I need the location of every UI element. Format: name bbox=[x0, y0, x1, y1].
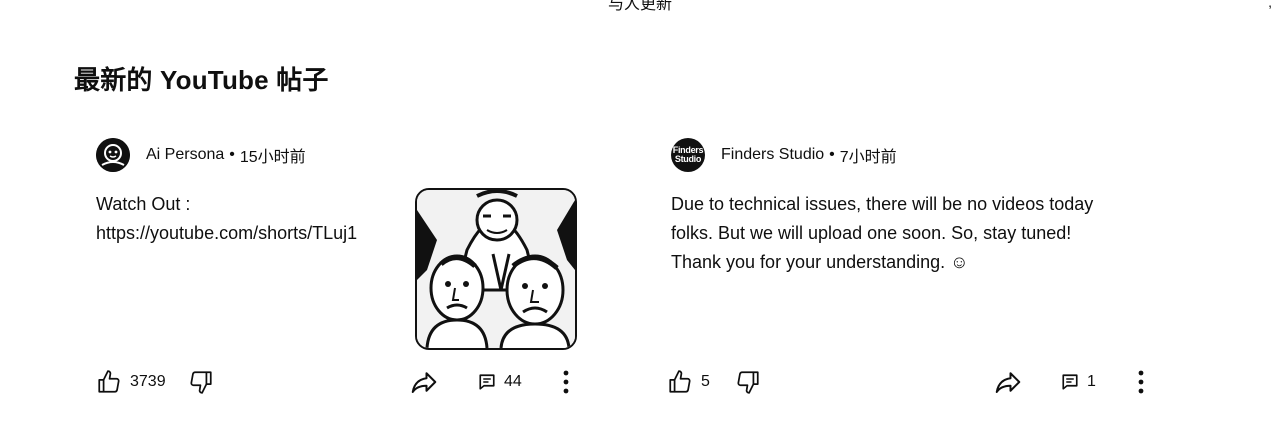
share-icon bbox=[411, 372, 437, 393]
like-button[interactable]: 5 bbox=[667, 366, 710, 398]
thumbs-up-icon bbox=[669, 370, 691, 393]
post-text-line: Watch Out : bbox=[96, 194, 191, 214]
more-vert-icon bbox=[1138, 370, 1144, 394]
comment-count: 44 bbox=[504, 373, 522, 390]
share-button[interactable] bbox=[993, 366, 1023, 398]
avatar-wordmark-line: Studio bbox=[674, 154, 702, 164]
comment-button[interactable]: 1 bbox=[1061, 366, 1096, 398]
post-card-ai-persona: Ai Persona • 15小时前 Watch Out : https://y… bbox=[96, 138, 580, 408]
post-card-finders-studio: Finders Studio Finders Studio • 7小时前 Due… bbox=[669, 138, 1151, 408]
dislike-button[interactable] bbox=[735, 366, 761, 398]
post-text-line: Due to technical issues, there will be n… bbox=[671, 194, 1094, 214]
post-time[interactable]: 7小时前 bbox=[840, 143, 897, 167]
avatar-face-icon bbox=[96, 138, 130, 172]
post-body: Watch Out : https://youtube.com/shorts/T… bbox=[96, 190, 396, 248]
share-icon bbox=[995, 372, 1021, 393]
like-count: 5 bbox=[701, 373, 710, 390]
post-text-line: folks. But we will upload one soon. So, … bbox=[671, 223, 1072, 243]
thumbs-down-icon bbox=[737, 371, 759, 394]
channel-avatar[interactable] bbox=[96, 138, 130, 172]
channel-name[interactable]: Finders Studio bbox=[721, 146, 824, 164]
comment-button[interactable]: 44 bbox=[478, 366, 522, 398]
like-count: 3739 bbox=[130, 373, 166, 390]
more-vert-icon bbox=[563, 370, 569, 394]
youtube-posts-page: 与人更新 , 最新的 YouTube 帖子 Ai Persona • 15小时前… bbox=[0, 0, 1280, 444]
top-cut-label: 与人更新 bbox=[607, 0, 672, 13]
channel-avatar[interactable]: Finders Studio bbox=[671, 138, 705, 172]
post-body: Due to technical issues, there will be n… bbox=[671, 190, 1141, 277]
meta-separator: • bbox=[829, 146, 835, 163]
post-header: Finders Studio Finders Studio • 7小时前 bbox=[671, 138, 897, 172]
section-title: 最新的 YouTube 帖子 bbox=[74, 65, 329, 95]
like-button[interactable]: 3739 bbox=[96, 366, 166, 398]
comment-icon bbox=[479, 374, 495, 390]
comment-count: 1 bbox=[1087, 373, 1096, 390]
post-link[interactable]: https://youtube.com/shorts/TLuj1 bbox=[96, 219, 396, 248]
post-header: Ai Persona • 15小时前 bbox=[96, 138, 306, 172]
post-time[interactable]: 15小时前 bbox=[240, 143, 306, 167]
post-actions: 5 1 bbox=[669, 366, 1151, 398]
meta-separator: • bbox=[229, 146, 235, 163]
dislike-button[interactable] bbox=[188, 366, 214, 398]
share-button[interactable] bbox=[409, 366, 439, 398]
post-text-line: Thank you for your understanding. ☺ bbox=[671, 252, 969, 272]
avatar-wordmark: Finders Studio bbox=[673, 146, 704, 164]
top-corner-mark: , bbox=[1268, 0, 1272, 10]
thumbs-up-icon bbox=[98, 370, 120, 393]
thumbnail-image bbox=[417, 190, 575, 348]
more-actions-button[interactable] bbox=[1131, 366, 1151, 398]
post-thumbnail[interactable] bbox=[415, 188, 577, 350]
comment-icon bbox=[1062, 374, 1078, 390]
post-actions: 3739 44 bbox=[96, 366, 580, 398]
thumbs-down-icon bbox=[190, 371, 212, 394]
more-actions-button[interactable] bbox=[556, 366, 576, 398]
channel-name[interactable]: Ai Persona bbox=[146, 146, 224, 164]
